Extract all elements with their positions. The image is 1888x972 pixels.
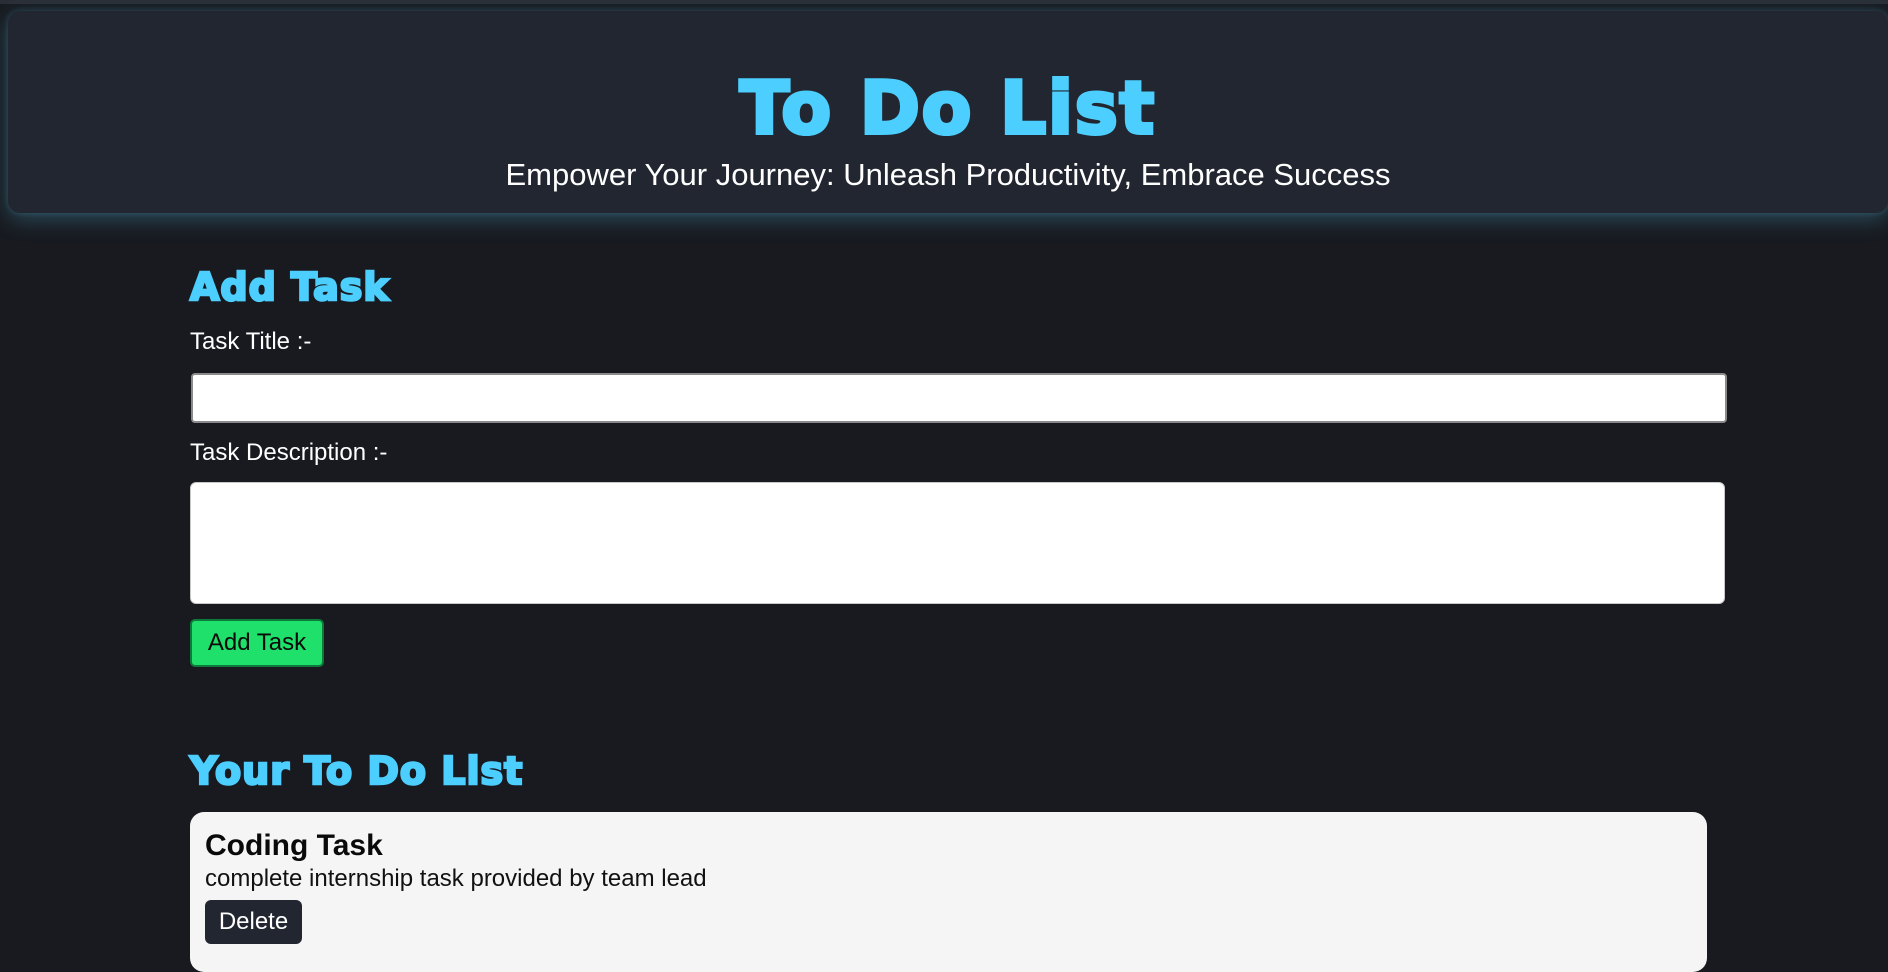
window-top-border — [0, 0, 1888, 4]
task-title-label: Task Title :- — [190, 328, 312, 355]
add-task-heading: Add Task — [189, 264, 390, 311]
task-description-label: Task Description :- — [190, 439, 388, 466]
todo-list-heading: Your To Do List — [189, 748, 524, 795]
app-title: To Do List — [738, 64, 1157, 152]
task-description-input[interactable] — [190, 482, 1725, 604]
add-task-button[interactable]: Add Task — [190, 619, 324, 667]
task-title-input[interactable] — [191, 373, 1727, 423]
task-title: Coding Task — [205, 829, 383, 862]
delete-task-button[interactable]: Delete — [205, 900, 302, 944]
task-card: Coding Task complete internship task pro… — [190, 812, 1707, 972]
page-header: To Do List Empower Your Journey: Unleash… — [8, 11, 1888, 213]
task-description: complete internship task provided by tea… — [205, 865, 707, 892]
app-tagline: Empower Your Journey: Unleash Productivi… — [505, 157, 1391, 192]
